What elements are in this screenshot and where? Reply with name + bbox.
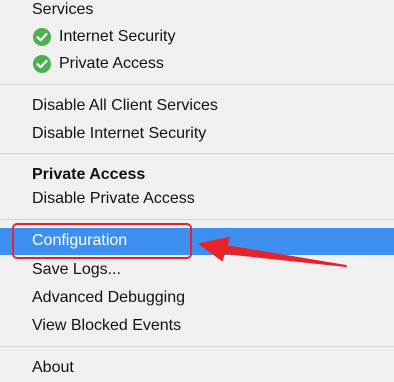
service-item-label: Internet Security (59, 28, 176, 45)
services-header-label: Services (32, 1, 94, 18)
menu-item-label: About (32, 359, 74, 376)
service-item-private-access: Private Access (0, 51, 394, 77)
menu-separator (0, 346, 394, 347)
services-header: Services (0, 0, 394, 23)
disable-internet-security-item[interactable]: Disable Internet Security (0, 121, 394, 147)
menu-separator (0, 219, 394, 220)
menu-separator (0, 153, 394, 154)
private-access-header: Private Access (0, 162, 394, 188)
check-circle-icon (33, 55, 51, 73)
menu-item-label: Disable Private Access (32, 190, 195, 207)
menu-separator (0, 84, 394, 85)
disable-private-access-item[interactable]: Disable Private Access (0, 186, 394, 212)
save-logs-item[interactable]: Save Logs... (0, 257, 394, 283)
advanced-debugging-item[interactable]: Advanced Debugging (0, 285, 394, 311)
service-item-internet-security: Internet Security (0, 24, 394, 50)
disable-all-client-services-item[interactable]: Disable All Client Services (0, 93, 394, 119)
menu-item-label: View Blocked Events (32, 317, 182, 334)
about-item[interactable]: About (0, 355, 394, 381)
menu-item-label: Save Logs... (32, 261, 121, 278)
check-circle-icon (33, 28, 51, 46)
view-blocked-events-item[interactable]: View Blocked Events (0, 313, 394, 339)
annotation-highlight-box (12, 223, 192, 259)
menu-item-label: Disable Internet Security (32, 125, 207, 142)
service-item-label: Private Access (59, 55, 164, 72)
tray-context-menu: Services Internet Security Private Acces… (0, 0, 394, 382)
menu-item-label: Advanced Debugging (32, 289, 186, 306)
menu-item-label: Disable All Client Services (32, 97, 218, 114)
private-access-header-label: Private Access (32, 166, 146, 183)
